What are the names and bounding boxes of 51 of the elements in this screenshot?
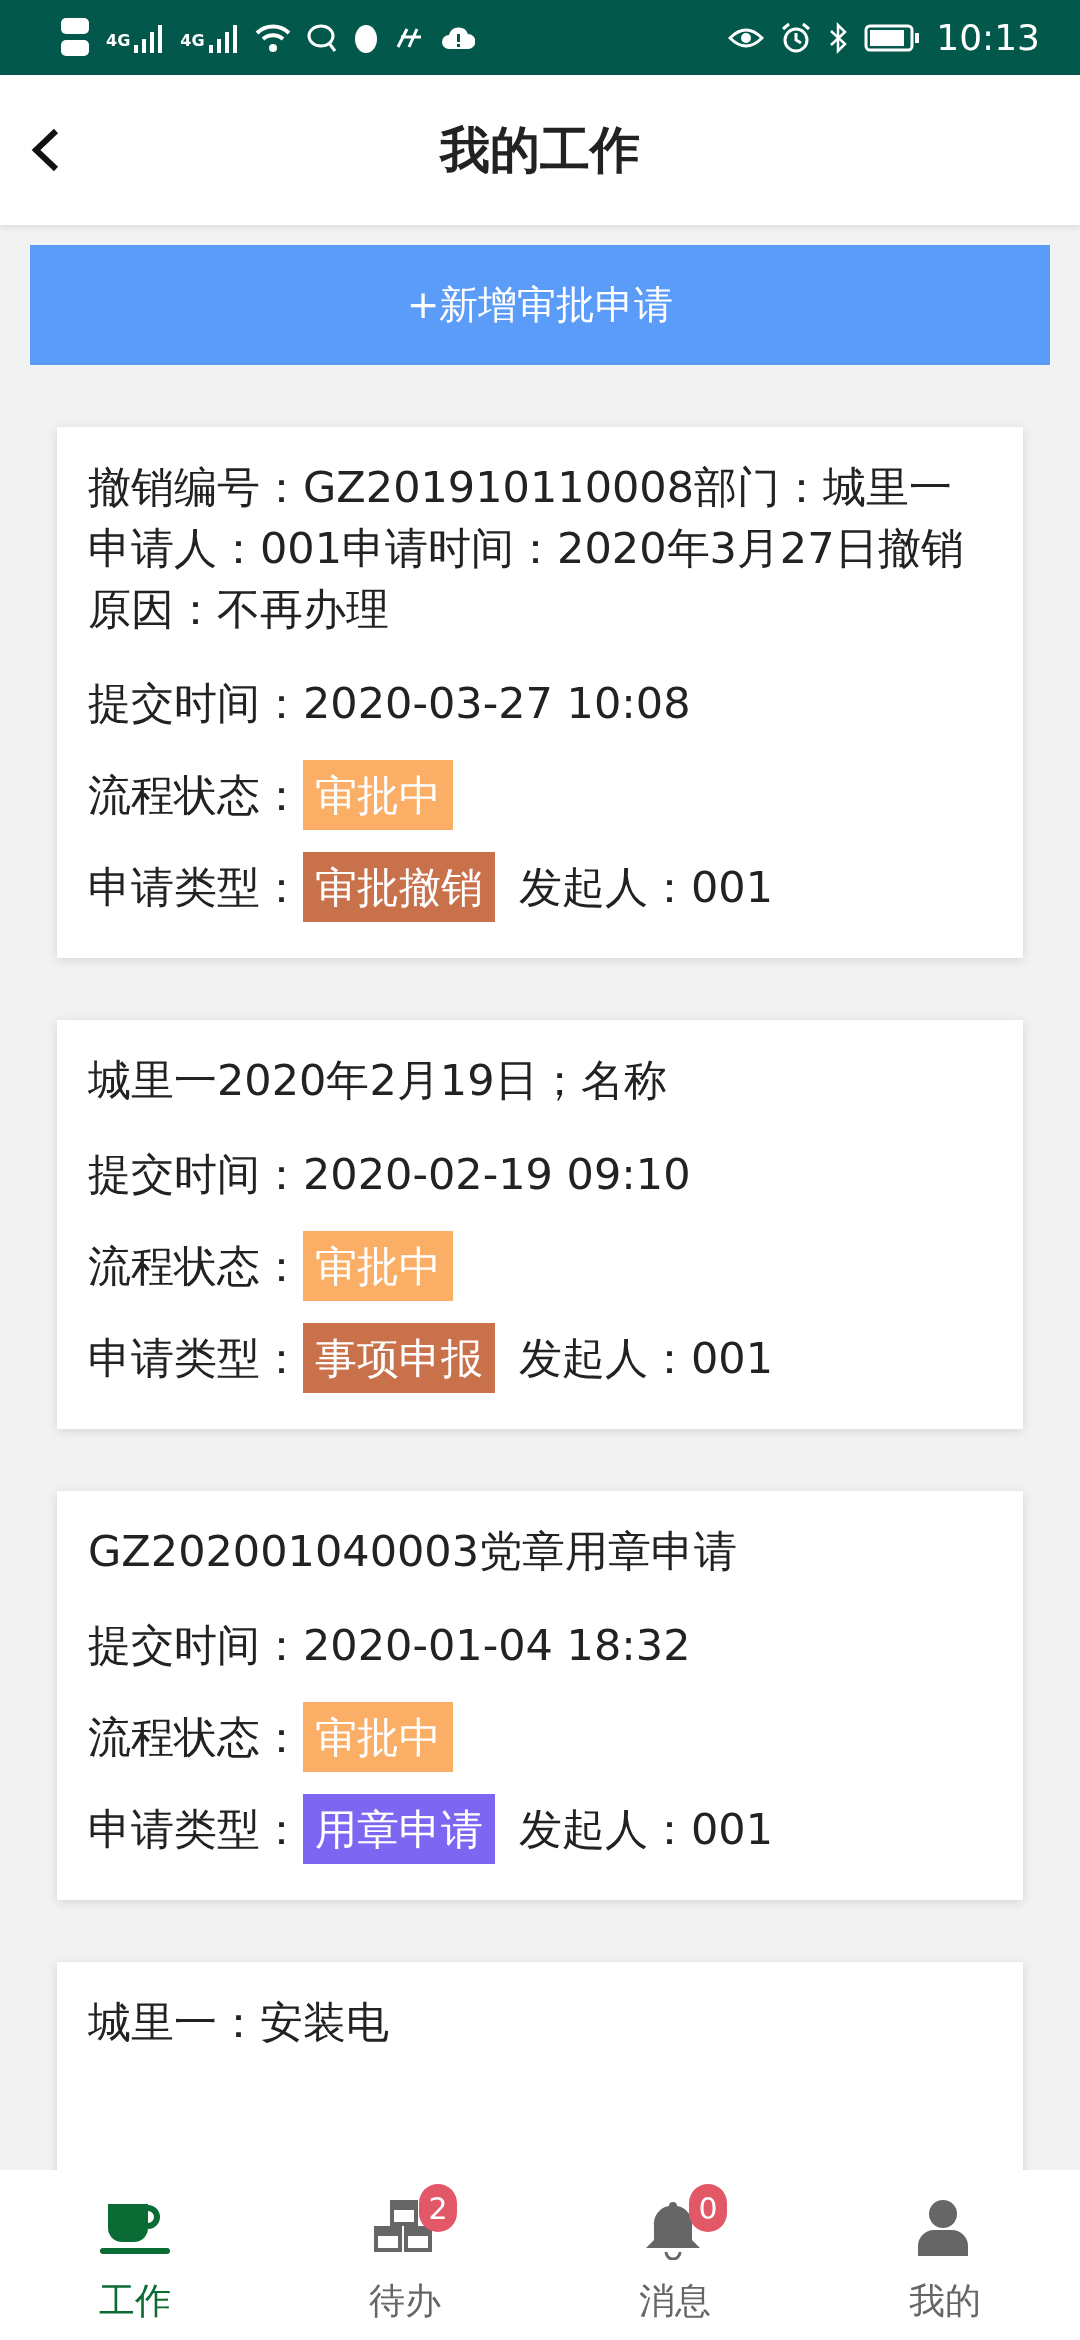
field-label: 申请类型： [88, 860, 303, 914]
field-label: 流程状态： [88, 1239, 303, 1293]
page-title: 我的工作 [440, 119, 640, 181]
field-label: 提交时间： [88, 1618, 303, 1672]
signal-icon [134, 22, 165, 53]
count-badge: 2 [419, 2184, 457, 2232]
wifi-icon [254, 22, 291, 53]
request-card[interactable]: 城里一：安装电 [57, 1962, 1023, 2170]
status-tag: 审批中 [303, 1231, 453, 1301]
request-card[interactable]: GZ202001040003党章用章申请 提交时间：2020-01-04 18:32 流程状态： 审批中 申请类型： 用章申请 发起人：001 [57, 1491, 1023, 1900]
network-label: 4G [106, 29, 131, 52]
initiator-text: 发起人：001 [519, 860, 774, 914]
field-label: 提交时间： [88, 1147, 303, 1201]
alarm-icon [780, 21, 813, 54]
tab-item[interactable]: 我的 [810, 2170, 1080, 2340]
field-label: 提交时间： [88, 676, 303, 730]
request-card[interactable]: 撤销编号：GZ201910110008部门：城里一申请人：001申请时间：2020年3月27日撤销原因：不再办理 提交时间：2020-03-27 10:08 流程状态： 审批中 申请类型： 审批撤销 发起人：001 [57, 427, 1023, 958]
tab-label: 待办 [369, 2279, 441, 2323]
type-tag: 用章申请 [303, 1794, 495, 1864]
field-label: 流程状态： [88, 1710, 303, 1764]
network-label: 4G [180, 29, 205, 52]
tab-item[interactable]: 工作 [0, 2170, 270, 2340]
field-label: 申请类型： [88, 1802, 303, 1856]
field-label: 流程状态： [88, 768, 303, 822]
tab-label: 工作 [99, 2279, 171, 2323]
tab-label: 我的 [909, 2279, 981, 2323]
submit-time: 2020-01-04 18:32 [303, 1618, 691, 1672]
status-tag: 审批中 [303, 760, 453, 830]
initiator-text: 发起人：001 [519, 1331, 774, 1385]
field-label: 申请类型： [88, 1331, 303, 1385]
submit-time: 2020-03-27 10:08 [303, 676, 691, 730]
type-tag: 审批撤销 [303, 852, 495, 922]
request-title: 城里一：安装电 [88, 1996, 390, 2049]
count-badge: 0 [689, 2184, 727, 2232]
initiator-text: 发起人：001 [519, 1802, 774, 1856]
signal-icon [208, 22, 239, 53]
request-card[interactable]: 城里一2020年2月19日；名称 提交时间：2020-02-19 09:10 流程状态： 审批中 申请类型： 事项申报 发起人：001 [57, 1020, 1023, 1429]
request-title: GZ202001040003党章用章申请 [88, 1525, 739, 1578]
clock-time: 10:13 [936, 15, 1040, 60]
tab-item[interactable]: 待办 2 [270, 2170, 540, 2340]
type-tag: 事项申报 [303, 1323, 495, 1393]
status-tag: 审批中 [303, 1702, 453, 1772]
tab-label: 消息 [639, 2279, 711, 2323]
request-title: 城里一2020年2月19日；名称 [88, 1054, 668, 1107]
submit-time: 2020-02-19 09:10 [303, 1147, 691, 1201]
tab-item[interactable]: 消息 0 [540, 2170, 810, 2340]
back-button[interactable] [30, 128, 60, 172]
bluetooth-icon [828, 21, 849, 54]
back-icon [30, 128, 60, 172]
request-title: 撤销编号：GZ201910110008部门：城里一申请人：001申请时间：2020年3月27日撤销原因：不再办理 [88, 461, 965, 636]
battery-icon [864, 23, 921, 52]
